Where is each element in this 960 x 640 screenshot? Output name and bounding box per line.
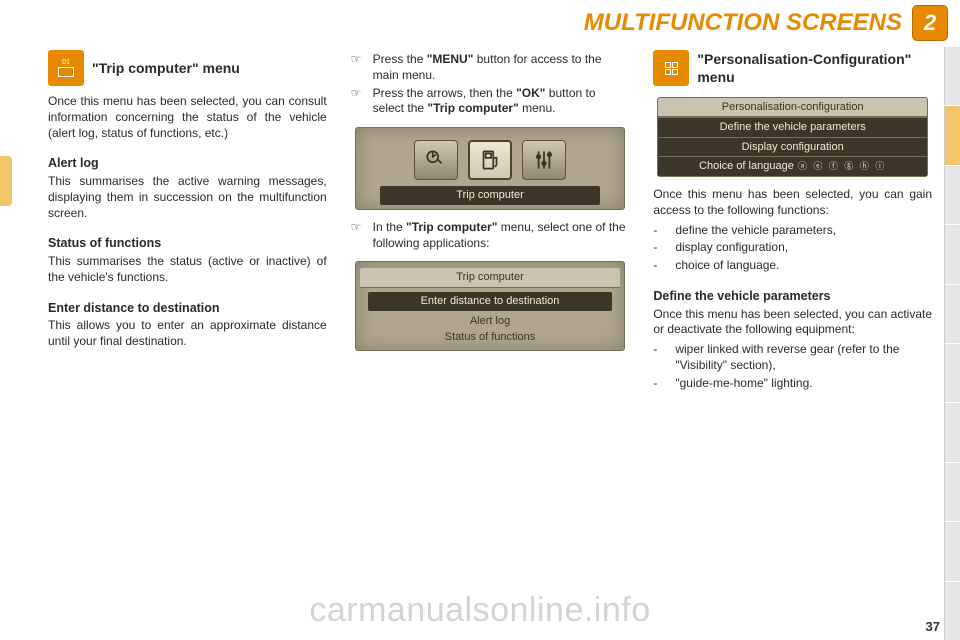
screen-header: Personalisation-configuration bbox=[658, 98, 927, 118]
sub-heading: Define the vehicle parameters bbox=[653, 288, 932, 305]
section-heading: 01 "Trip computer" menu bbox=[48, 50, 327, 86]
instruction-text: Press the arrows, then the "OK" button t… bbox=[373, 86, 630, 118]
pointer-icon: ☞ bbox=[351, 86, 373, 118]
manual-page: MULTIFUNCTION SCREENS 2 01 "Trip compute… bbox=[0, 0, 960, 640]
section-title: "Trip computer" menu bbox=[92, 59, 240, 77]
screen-line: Display configuration bbox=[658, 137, 927, 157]
column-left: 01 "Trip computer" menu Once this menu h… bbox=[48, 50, 327, 630]
page-number: 37 bbox=[926, 619, 940, 634]
instruction-list: ☞ In the "Trip computer" menu, select on… bbox=[351, 220, 630, 252]
screen-button-sliders-icon bbox=[522, 140, 566, 180]
instruction-text: In the "Trip computer" menu, select one … bbox=[373, 220, 630, 252]
body-text: This summarises the status (active or in… bbox=[48, 254, 327, 286]
trip-computer-icon: 01 bbox=[48, 50, 84, 86]
dash-list: -wiper linked with reverse gear (refer t… bbox=[653, 342, 932, 391]
language-flags-icon: ⓐ ⓔ ⓕ ⓖ ⓗ ⓘ bbox=[798, 161, 887, 171]
sub-heading: Alert log bbox=[48, 155, 327, 172]
sub-heading: Enter distance to destination bbox=[48, 300, 327, 317]
side-tab bbox=[944, 46, 960, 105]
side-tabs bbox=[944, 46, 960, 640]
personalisation-icon bbox=[653, 50, 689, 86]
side-tab bbox=[944, 521, 960, 580]
list-item: -choice of language. bbox=[653, 258, 932, 274]
screen-illustration-icons: Trip computer bbox=[355, 127, 626, 210]
body-text: Once this menu has been selected, you ca… bbox=[653, 187, 932, 219]
list-item: -"guide-me-home" lighting. bbox=[653, 376, 932, 392]
screen-illustration-list: Trip computer Enter distance to destinat… bbox=[355, 261, 626, 350]
column-middle: ☞ Press the "MENU" button for access to … bbox=[351, 50, 630, 630]
dash-list: -define the vehicle parameters, -display… bbox=[653, 223, 932, 274]
screen-line: Status of functions bbox=[360, 329, 621, 346]
side-tab bbox=[944, 343, 960, 402]
screen-button-fuel-icon bbox=[468, 140, 512, 180]
sub-heading: Status of functions bbox=[48, 235, 327, 252]
screen-line: Choice of languageⓐ ⓔ ⓕ ⓖ ⓗ ⓘ bbox=[658, 156, 927, 176]
side-tab bbox=[944, 284, 960, 343]
screen-caption: Trip computer bbox=[380, 186, 601, 205]
chapter-badge: 2 bbox=[912, 5, 948, 41]
side-tab bbox=[944, 581, 960, 640]
side-tab bbox=[944, 462, 960, 521]
left-index-tab bbox=[0, 156, 12, 206]
body-text: This summarises the active warning messa… bbox=[48, 174, 327, 221]
screen-button-media-icon bbox=[414, 140, 458, 180]
pointer-icon: ☞ bbox=[351, 220, 373, 252]
list-item: ☞ Press the "MENU" button for access to … bbox=[351, 52, 630, 84]
side-tab bbox=[944, 402, 960, 461]
instruction-text: Press the "MENU" button for access to th… bbox=[373, 52, 630, 84]
side-tab-active bbox=[944, 105, 960, 164]
list-item: -wiper linked with reverse gear (refer t… bbox=[653, 342, 932, 374]
list-item: -define the vehicle parameters, bbox=[653, 223, 932, 239]
pointer-icon: ☞ bbox=[351, 52, 373, 84]
instruction-list: ☞ Press the "MENU" button for access to … bbox=[351, 52, 630, 117]
intro-text: Once this menu has been selected, you ca… bbox=[48, 94, 327, 141]
section-title: "Personalisation-Configuration" menu bbox=[697, 50, 932, 87]
body-text: This allows you to enter an approximate … bbox=[48, 318, 327, 350]
side-tab bbox=[944, 165, 960, 224]
body-text: Once this menu has been selected, you ca… bbox=[653, 307, 932, 339]
screen-header: Trip computer bbox=[360, 268, 621, 288]
header-title: MULTIFUNCTION SCREENS bbox=[584, 9, 902, 37]
screen-illustration-config: Personalisation-configuration Define the… bbox=[657, 97, 928, 177]
content-columns: 01 "Trip computer" menu Once this menu h… bbox=[48, 50, 932, 630]
list-item: ☞ In the "Trip computer" menu, select on… bbox=[351, 220, 630, 252]
screen-line: Alert log bbox=[360, 313, 621, 330]
page-header: MULTIFUNCTION SCREENS 2 bbox=[0, 0, 960, 46]
section-heading: "Personalisation-Configuration" menu bbox=[653, 50, 932, 87]
column-right: "Personalisation-Configuration" menu Per… bbox=[653, 50, 932, 630]
list-item: -display configuration, bbox=[653, 240, 932, 256]
screen-line: Define the vehicle parameters bbox=[658, 117, 927, 137]
side-tab bbox=[944, 224, 960, 283]
list-item: ☞ Press the arrows, then the "OK" button… bbox=[351, 86, 630, 118]
screen-line-selected: Enter distance to destination bbox=[368, 292, 613, 311]
